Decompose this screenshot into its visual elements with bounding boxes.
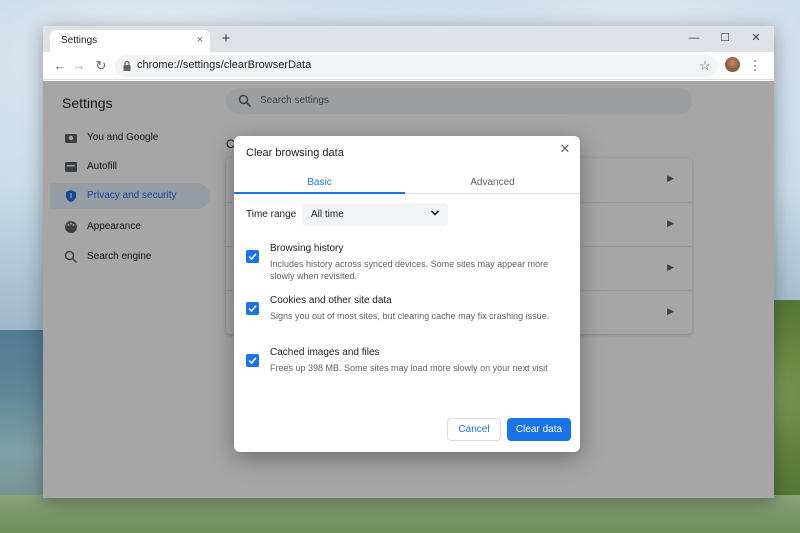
cookies-description: Signs you out of most sites, but clearin… [270,311,550,321]
close-icon[interactable]: ✕ [556,140,574,158]
browsing-history-checkbox[interactable] [246,250,259,263]
checkmark-icon [248,357,257,365]
land [0,495,800,533]
address-bar[interactable]: chrome://settings/clearBrowserData ☆ [115,55,718,77]
tab-strip: Settings × + — ☐ ✕ [43,26,774,52]
reload-button[interactable]: ↻ [91,56,111,76]
tab-close-icon[interactable]: × [193,33,207,47]
tab-advanced-label: Advanced [470,177,515,188]
profile-avatar[interactable] [725,57,740,72]
menu-icon[interactable]: ⋮ [748,56,762,76]
tab-basic[interactable]: Basic [234,172,405,194]
bookmark-star-icon[interactable]: ☆ [696,57,714,75]
browsing-history-description: Includes history across synced devices. … [270,259,549,281]
tab-advanced[interactable]: Advanced [405,172,580,194]
cached-images-description: Frees up 398 MB. Some sites may load mor… [270,363,548,373]
clear-browsing-data-dialog: Clear browsing data ✕ Basic Advanced Tim… [234,136,580,452]
tab-basic-label: Basic [307,177,332,188]
browser-window: Settings × + — ☐ ✕ ← → ↻ chrome://settin… [43,26,774,498]
cached-images-title: Cached images and files [270,347,380,358]
chevron-down-icon [430,210,440,216]
url-text: chrome://settings/clearBrowserData [137,59,312,71]
browser-toolbar: ← → ↻ chrome://settings/clearBrowserData… [43,52,774,80]
minimize-button[interactable]: — [685,29,703,47]
close-window-button[interactable]: ✕ [747,29,765,47]
cancel-button[interactable]: Cancel [447,418,501,441]
browsing-history-title: Browsing history [270,243,344,254]
clear-data-button[interactable]: Clear data [507,418,571,441]
checkmark-icon [248,253,257,261]
checkmark-icon [248,305,257,313]
dialog-title: Clear browsing data [246,147,344,159]
cookies-checkbox[interactable] [246,302,259,315]
cookies-title: Cookies and other site data [270,295,392,306]
lock-icon [123,60,131,71]
tab-title: Settings [61,35,98,46]
time-range-label: Time range [246,209,297,220]
tab-settings[interactable]: Settings × [50,30,210,52]
time-range-select[interactable]: All time [302,203,448,226]
time-range-value: All time [311,209,344,220]
cancel-button-label: Cancel [458,424,490,435]
new-tab-button[interactable]: + [217,30,235,48]
clear-data-button-label: Clear data [515,424,563,435]
cached-images-checkbox[interactable] [246,354,259,367]
maximize-button[interactable]: ☐ [716,29,734,47]
forward-button[interactable]: → [69,56,89,76]
back-button[interactable]: ← [50,56,70,76]
